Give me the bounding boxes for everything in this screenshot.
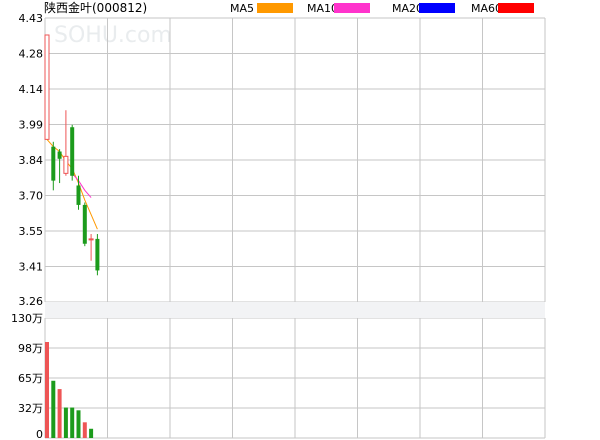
volume-bar <box>70 407 75 438</box>
volume-tick-label: 98万 <box>18 342 43 355</box>
volume-bar <box>82 422 87 438</box>
kline-chart: SOHU.com 4.43 4.28 4.14 3.99 3.84 3.70 3.55 3.4… <box>0 0 600 440</box>
volume-bar <box>45 342 49 438</box>
price-tick-label: 3.26 <box>19 295 44 308</box>
candle-body <box>70 127 75 176</box>
volume-bar <box>63 407 68 438</box>
candle-body <box>63 155 69 174</box>
chart-title: 陕西金叶(000812) <box>44 0 147 15</box>
price-tick-label: 3.99 <box>19 119 44 132</box>
price-tick-label: 3.70 <box>19 190 44 203</box>
candle-body <box>82 204 87 244</box>
price-axis-ticks: 4.43 4.28 4.14 3.99 3.84 3.70 3.55 3.41 3.26 <box>19 12 44 308</box>
volume-bar <box>76 410 81 438</box>
legend-swatch <box>257 3 293 13</box>
candle-body <box>95 238 100 271</box>
legend-label: MA5 <box>230 2 254 15</box>
volume-tick-label: 32万 <box>18 402 43 415</box>
volume-bar <box>57 389 62 438</box>
watermark: SOHU.com <box>54 23 172 48</box>
separator-band <box>45 302 545 318</box>
candle-body <box>44 34 50 140</box>
volume-bar <box>51 380 56 438</box>
price-tick-label: 4.14 <box>19 83 44 96</box>
volume-bar <box>89 428 94 438</box>
candle-body <box>57 151 62 159</box>
candle-body <box>88 238 94 241</box>
legend-label: MA10 <box>307 2 338 15</box>
price-tick-label: 4.43 <box>19 12 44 25</box>
chart-background <box>0 0 600 440</box>
volume-tick-label: 65万 <box>18 372 43 385</box>
legend-swatch <box>498 3 534 13</box>
legend-label: MA20 <box>392 2 423 15</box>
volume-tick-label: 0 <box>36 428 43 440</box>
kline-chart-svg: SOHU.com 4.43 4.28 4.14 3.99 3.84 3.70 3.55 3.4… <box>0 0 600 440</box>
candle-body <box>51 146 56 181</box>
legend-swatch <box>419 3 455 13</box>
price-tick-label: 3.41 <box>19 261 44 274</box>
price-tick-label: 4.28 <box>19 48 44 61</box>
candle-body <box>76 185 81 205</box>
legend-swatch <box>334 3 370 13</box>
legend-label: MA60 <box>471 2 502 15</box>
volume-tick-label: 130万 <box>11 312 43 325</box>
price-tick-label: 3.84 <box>19 154 44 167</box>
price-tick-label: 3.55 <box>19 225 44 238</box>
